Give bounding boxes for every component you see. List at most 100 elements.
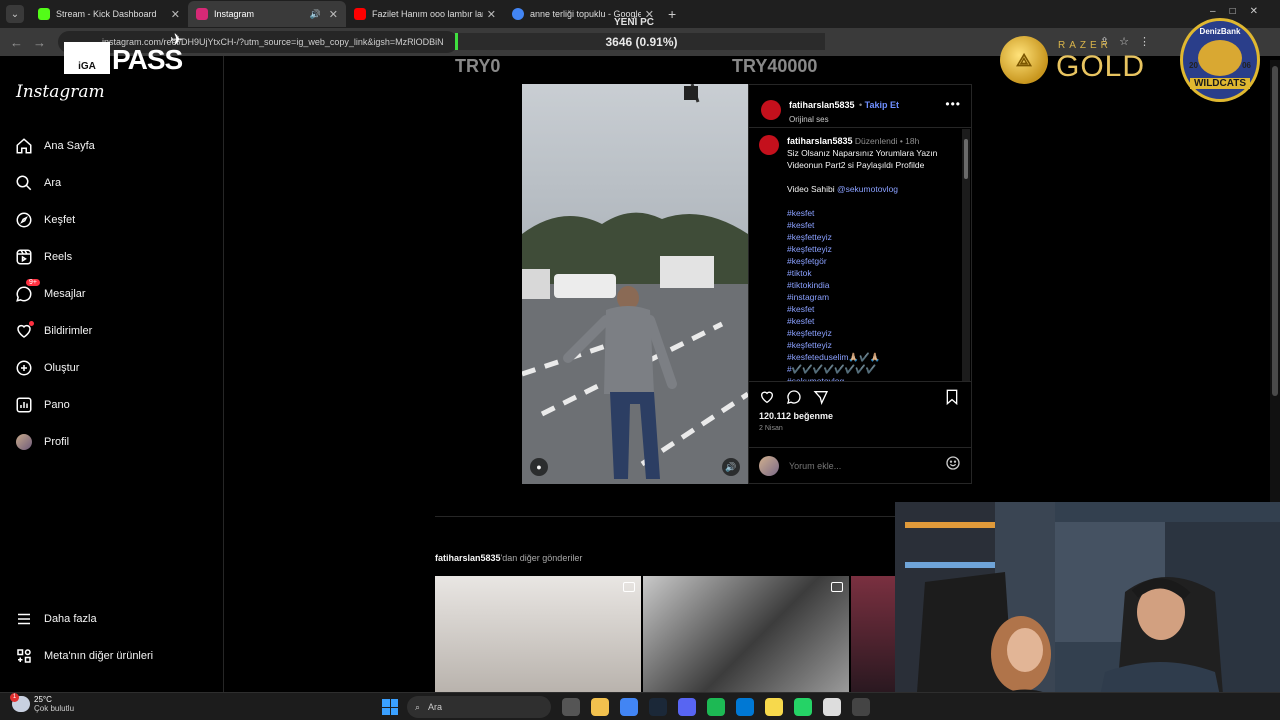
weather-badge: 1 xyxy=(10,693,19,702)
tab-kick-dashboard[interactable]: Stream - Kick Dashboard ✕ xyxy=(30,1,188,27)
nav-more[interactable]: Daha fazla xyxy=(14,609,97,629)
like-heart-icon[interactable] xyxy=(759,389,775,410)
hashtag-link[interactable]: #instagram xyxy=(787,291,955,303)
avatar[interactable] xyxy=(761,99,781,120)
hashtag-link[interactable]: #✔️✔️✔️✔️✔️✔️✔️✔️ xyxy=(787,363,955,375)
post-username[interactable]: fatiharslan5835 xyxy=(789,100,855,110)
hashtag-link[interactable]: #kesfeteduselim🙏🏼✔️🙏🏼 xyxy=(787,351,955,363)
heart-icon xyxy=(14,321,34,341)
wildcats-badge: DenizBank 20 06 WILDCATS xyxy=(1180,18,1260,102)
tab-search-icon[interactable]: ⌄ xyxy=(6,5,24,23)
hashtag-link[interactable]: #kesfet xyxy=(787,219,955,231)
video-owner-label: Video Sahibi xyxy=(787,184,835,194)
back-icon[interactable]: ← xyxy=(10,35,23,50)
xbox-icon[interactable] xyxy=(852,698,870,716)
forward-icon[interactable]: → xyxy=(33,35,46,50)
close-tab-icon[interactable]: ✕ xyxy=(487,8,496,21)
more-posts-heading: fatiharslan5835'dan diğer gönderiler xyxy=(435,553,582,563)
youtube-favicon-icon xyxy=(354,8,366,20)
hashtag-link[interactable]: #kesfet xyxy=(787,303,955,315)
hashtag-link[interactable]: #tiktokindia xyxy=(787,279,955,291)
hashtag-link[interactable]: #kesfet xyxy=(787,207,955,219)
hashtag-list: #kesfet #kesfet #keşfetteyiz #keşfetteyiz #k… xyxy=(787,207,955,381)
like-count[interactable]: 120.112 beğenme xyxy=(759,411,833,421)
reel-video[interactable]: ● 🔊 xyxy=(522,84,748,484)
avatar xyxy=(759,455,779,476)
steam-icon[interactable] xyxy=(649,698,667,716)
close-tab-icon[interactable]: ✕ xyxy=(171,8,180,21)
more-post-thumbnail[interactable] xyxy=(643,576,849,692)
nav-reels[interactable]: Reels xyxy=(14,247,72,267)
close-tab-icon[interactable]: ✕ xyxy=(329,8,338,21)
plus-square-icon xyxy=(14,358,34,378)
nav-notifications[interactable]: Bildirimler xyxy=(14,321,92,341)
nav-explore[interactable]: Keşfet xyxy=(14,210,75,230)
nav-messages[interactable]: 9+ Mesajlar xyxy=(14,279,86,304)
instagram-sidebar: Instagram Ana Sayfa Ara Keşfet Reels 9+ … xyxy=(0,56,224,692)
cloud-icon: 1 xyxy=(10,693,30,712)
tab-instagram[interactable]: Instagram 🔊 ✕ xyxy=(188,1,346,27)
year-left: 20 xyxy=(1189,61,1198,70)
new-tab-icon[interactable]: + xyxy=(668,6,676,22)
nav-create[interactable]: Oluştur xyxy=(14,358,79,378)
nav-label: Meta'nın diğer ürünleri xyxy=(44,650,154,662)
hashtag-link[interactable]: #keşfetteyiz xyxy=(787,231,955,243)
nav-label: Reels xyxy=(44,251,73,263)
discord-icon[interactable] xyxy=(678,698,696,716)
nav-search[interactable]: Ara xyxy=(14,173,61,193)
audio-playing-icon[interactable]: 🔊 xyxy=(310,9,321,20)
post-header: fatiharslan5835 • Takip Et Orijinal ses xyxy=(761,95,899,124)
share-icon[interactable] xyxy=(813,389,829,410)
comment-icon[interactable] xyxy=(786,389,802,410)
comment-input[interactable] xyxy=(789,460,945,471)
nav-label: Ana Sayfa xyxy=(44,140,95,152)
spotify-icon[interactable] xyxy=(707,698,725,716)
razer-gold-text: GOLD xyxy=(1056,50,1146,83)
hashtag-link[interactable]: #kesfet xyxy=(787,315,955,327)
more-options-icon[interactable]: ••• xyxy=(945,97,961,111)
follow-button[interactable]: Takip Et xyxy=(865,100,899,110)
google-favicon-icon xyxy=(512,8,524,20)
hashtag-link[interactable]: #keşfetteyiz xyxy=(787,243,955,255)
taskview-icon[interactable] xyxy=(562,698,580,716)
emoji-icon[interactable] xyxy=(945,455,961,476)
chrome-icon[interactable] xyxy=(620,698,638,716)
tagged-people-icon[interactable]: ● xyxy=(530,458,548,476)
hashtag-link[interactable]: #tiktok xyxy=(787,267,955,279)
save-bookmark-icon[interactable] xyxy=(945,389,959,410)
weather-widget[interactable]: 1 25°C Çok bulutlu xyxy=(10,693,74,713)
video-owner-link[interactable]: @sekumotovlog xyxy=(837,184,898,194)
more-post-thumbnail[interactable] xyxy=(851,576,895,692)
razer-gold-logo: ⟁ RAZER GOLD xyxy=(1000,36,1150,86)
window-controls[interactable]: –□✕ xyxy=(1210,6,1272,17)
file-explorer-icon[interactable] xyxy=(591,698,609,716)
whatsapp-icon[interactable] xyxy=(794,698,812,716)
caption-scrollbar[interactable] xyxy=(962,129,970,381)
post-caption: fatiharslan5835 Düzenlendi • 18h Siz Ols… xyxy=(759,135,955,381)
instagram-logo[interactable]: Instagram xyxy=(16,82,105,102)
hashtag-link[interactable]: #keşfetteyiz xyxy=(787,339,955,351)
sticky-notes-icon[interactable] xyxy=(765,698,783,716)
nav-dashboard[interactable]: Pano xyxy=(14,395,70,415)
more-posts-user[interactable]: fatiharslan5835 xyxy=(435,553,501,563)
windows-start-icon[interactable] xyxy=(382,699,398,715)
tab-title: Fazilet Hanım ooo lambır lamb xyxy=(372,9,483,19)
caption-username[interactable]: fatiharslan5835 xyxy=(787,136,853,146)
taskbar-search[interactable]: ⌕ Ara xyxy=(407,696,551,718)
reel-icon xyxy=(831,582,843,592)
tab-youtube[interactable]: Fazilet Hanım ooo lambır lamb ✕ xyxy=(346,1,504,27)
nav-profile[interactable]: Profil xyxy=(14,432,69,452)
wildcat-icon xyxy=(1198,39,1242,76)
sound-icon[interactable]: 🔊 xyxy=(722,458,740,476)
outlook-icon[interactable] xyxy=(736,698,754,716)
more-post-thumbnail[interactable] xyxy=(435,576,641,692)
nav-home[interactable]: Ana Sayfa xyxy=(14,136,95,156)
nav-meta-products[interactable]: Meta'nın diğer ürünleri xyxy=(14,646,153,666)
audio-label[interactable]: Orijinal ses xyxy=(789,115,899,124)
post-date: 2 Nisan xyxy=(759,425,783,432)
hashtag-link[interactable]: #keşfetgör xyxy=(787,255,955,267)
avatar[interactable] xyxy=(759,135,779,155)
pinned-apps xyxy=(562,698,881,716)
chatgpt-icon[interactable] xyxy=(823,698,841,716)
hashtag-link[interactable]: #keşfetteyiz xyxy=(787,327,955,339)
